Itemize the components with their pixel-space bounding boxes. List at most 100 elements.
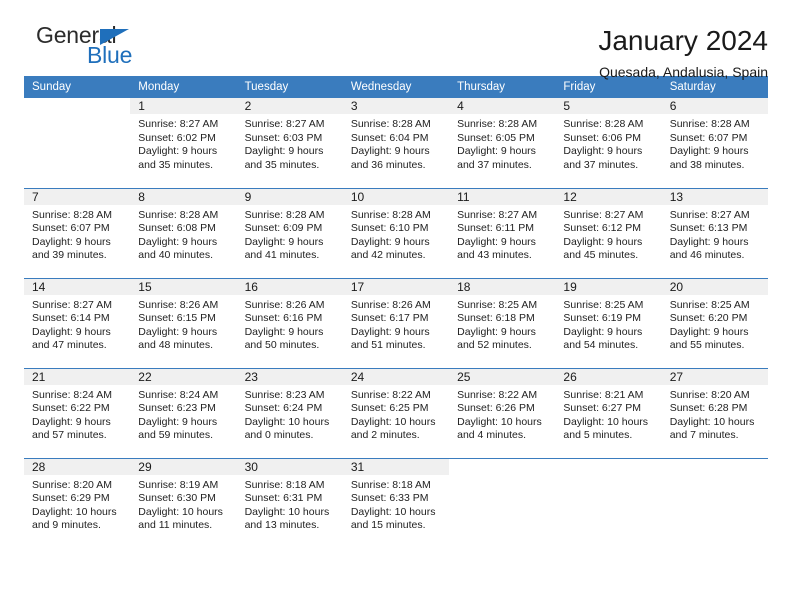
day-detail-lines: Sunrise: 8:27 AM Sunset: 6:12 PM Daylight:… xyxy=(555,205,661,263)
calendar-day-cell[interactable]: 31 Sunrise: 8:18 AM Sunset: 6:33 PM Dayligh… xyxy=(342,457,450,548)
calendar-day-cell[interactable]: 9 Sunrise: 8:28 AM Sunset: 6:09 PM Daylight… xyxy=(236,187,343,278)
day-number: 27 xyxy=(661,368,768,385)
sunrise-text: Sunrise: 8:24 AM xyxy=(32,388,112,401)
daylight-text-cont: and 38 minutes. xyxy=(669,158,745,171)
daylight-text: Daylight: 10 hours xyxy=(244,505,330,518)
daylight-text: Daylight: 9 hours xyxy=(350,145,430,157)
calendar-week-row: 7 Sunrise: 8:28 AM Sunset: 6:07 PM Daylight… xyxy=(24,187,768,278)
sunset-text: Sunset: 6:16 PM xyxy=(244,312,323,324)
sunset-text: Sunset: 6:33 PM xyxy=(350,492,429,504)
calendar-day-cell[interactable]: 22 Sunrise: 8:24 AM Sunset: 6:23 PM Dayligh… xyxy=(130,367,237,458)
calendar-day-cell[interactable]: 20 Sunrise: 8:25 AM Sunset: 6:20 PM Dayligh… xyxy=(661,277,768,368)
calendar-day-cell[interactable]: 18 Sunrise: 8:25 AM Sunset: 6:18 PM Dayligh… xyxy=(449,277,556,368)
day-number: 30 xyxy=(236,458,343,475)
daylight-text-cont: and 43 minutes. xyxy=(457,249,532,261)
day-number xyxy=(449,458,556,475)
sunrise-text: Sunrise: 8:25 AM xyxy=(457,298,538,311)
sunset-text: Sunset: 6:07 PM xyxy=(32,222,110,234)
sunset-text: Sunset: 6:19 PM xyxy=(563,312,642,324)
sunset-text: Sunset: 6:15 PM xyxy=(138,312,216,324)
calendar-day-cell[interactable]: 4 Sunrise: 8:28 AM Sunset: 6:05 PM Daylight… xyxy=(449,98,556,188)
calendar-day-cell[interactable]: 2 Sunrise: 8:27 AM Sunset: 6:03 PM Daylight… xyxy=(236,98,343,188)
day-number: 5 xyxy=(555,98,662,114)
calendar-week-row: 14 Sunrise: 8:27 AM Sunset: 6:14 PM Dayligh… xyxy=(24,277,768,368)
calendar-day-cell[interactable]: 13 Sunrise: 8:27 AM Sunset: 6:13 PM Dayligh… xyxy=(661,187,768,278)
sunset-text: Sunset: 6:24 PM xyxy=(244,402,323,414)
daylight-text-cont: and 4 minutes. xyxy=(457,429,527,441)
calendar-day-cell[interactable]: 6 Sunrise: 8:28 AM Sunset: 6:07 PM Daylight… xyxy=(661,98,768,188)
daylight-text-cont: and 52 minutes. xyxy=(457,339,532,351)
sunset-text: Sunset: 6:29 PM xyxy=(32,492,110,504)
sunrise-text: Sunrise: 8:26 AM xyxy=(350,298,431,311)
daylight-text-cont: and 51 minutes. xyxy=(350,339,426,351)
calendar-day-cell[interactable]: 1 Sunrise: 8:27 AM Sunset: 6:02 PM Daylight… xyxy=(130,98,237,188)
day-number: 25 xyxy=(449,368,556,385)
daylight-text: Daylight: 10 hours xyxy=(457,415,542,428)
weekday-header-sunday: Sunday xyxy=(24,76,131,98)
calendar-day-cell[interactable]: 14 Sunrise: 8:27 AM Sunset: 6:14 PM Dayligh… xyxy=(24,277,131,368)
sunrise-text: Sunrise: 8:26 AM xyxy=(244,298,325,311)
calendar-day-cell[interactable]: 29 Sunrise: 8:19 AM Sunset: 6:30 PM Dayligh… xyxy=(130,457,237,548)
calendar-day-cell[interactable]: 17 Sunrise: 8:26 AM Sunset: 6:17 PM Dayligh… xyxy=(342,277,450,368)
day-detail-lines: Sunrise: 8:25 AM Sunset: 6:18 PM Daylight:… xyxy=(449,295,555,353)
calendar-day-cell[interactable]: 12 Sunrise: 8:27 AM Sunset: 6:12 PM Dayligh… xyxy=(555,187,662,278)
daylight-text: Daylight: 9 hours xyxy=(138,325,218,338)
sunset-text: Sunset: 6:26 PM xyxy=(457,402,535,414)
calendar-day-cell[interactable]: 25 Sunrise: 8:22 AM Sunset: 6:26 PM Dayligh… xyxy=(449,367,556,458)
calendar-day-cell[interactable]: 21 Sunrise: 8:24 AM Sunset: 6:22 PM Dayligh… xyxy=(24,367,131,458)
calendar-grid: Sunday Monday Tuesday Wednesday Thursday… xyxy=(24,76,768,548)
calendar-day-cell[interactable]: 19 Sunrise: 8:25 AM Sunset: 6:19 PM Dayligh… xyxy=(555,277,662,368)
calendar-day-cell[interactable]: 10 Sunrise: 8:28 AM Sunset: 6:10 PM Dayligh… xyxy=(342,187,450,278)
day-number: 29 xyxy=(130,458,237,475)
sunrise-text: Sunrise: 8:28 AM xyxy=(138,208,219,221)
day-detail-lines: Sunrise: 8:28 AM Sunset: 6:06 PM Daylight:… xyxy=(555,114,661,172)
calendar-day-cell[interactable]: 26 Sunrise: 8:21 AM Sunset: 6:27 PM Dayligh… xyxy=(555,367,662,458)
sunrise-text: Sunrise: 8:24 AM xyxy=(138,388,219,401)
sunrise-text: Sunrise: 8:26 AM xyxy=(138,298,219,311)
daylight-text: Daylight: 9 hours xyxy=(32,235,111,248)
calendar-day-cell[interactable]: 23 Sunrise: 8:23 AM Sunset: 6:24 PM Dayligh… xyxy=(236,367,343,458)
day-number: 3 xyxy=(342,98,450,114)
calendar-body: 1 Sunrise: 8:27 AM Sunset: 6:02 PM Daylight… xyxy=(24,98,768,548)
sunset-text: Sunset: 6:27 PM xyxy=(563,402,642,414)
calendar-page: General Blue January 2024 Quesada, Andal… xyxy=(0,0,792,612)
daylight-text-cont: and 47 minutes. xyxy=(32,339,107,351)
daylight-text-cont: and 9 minutes. xyxy=(32,519,101,531)
day-number: 19 xyxy=(555,278,662,295)
calendar-day-cell[interactable]: 15 Sunrise: 8:26 AM Sunset: 6:15 PM Dayligh… xyxy=(130,277,237,368)
sunset-text: Sunset: 6:12 PM xyxy=(563,222,642,234)
calendar-day-cell[interactable]: 7 Sunrise: 8:28 AM Sunset: 6:07 PM Daylight… xyxy=(24,187,131,278)
day-number: 1 xyxy=(130,98,237,114)
sunset-text: Sunset: 6:31 PM xyxy=(244,492,323,504)
general-blue-logo[interactable]: General Blue xyxy=(24,24,174,76)
calendar-day-cell[interactable]: 5 Sunrise: 8:28 AM Sunset: 6:06 PM Daylight… xyxy=(555,98,662,188)
day-number: 9 xyxy=(236,188,343,205)
calendar-day-cell[interactable]: 28 Sunrise: 8:20 AM Sunset: 6:29 PM Dayligh… xyxy=(24,457,131,548)
daylight-text: Daylight: 9 hours xyxy=(244,145,324,157)
daylight-text: Daylight: 10 hours xyxy=(669,415,755,428)
sunset-text: Sunset: 6:28 PM xyxy=(669,402,748,414)
daylight-text: Daylight: 9 hours xyxy=(669,145,749,157)
day-number: 20 xyxy=(661,278,768,295)
calendar-day-cell[interactable]: 16 Sunrise: 8:26 AM Sunset: 6:16 PM Dayligh… xyxy=(236,277,343,368)
calendar-day-cell[interactable]: 27 Sunrise: 8:20 AM Sunset: 6:28 PM Dayligh… xyxy=(661,367,768,458)
calendar-day-cell[interactable]: 3 Sunrise: 8:28 AM Sunset: 6:04 PM Daylight… xyxy=(342,98,450,188)
day-detail-lines: Sunrise: 8:19 AM Sunset: 6:30 PM Daylight:… xyxy=(130,475,236,533)
sunrise-text: Sunrise: 8:28 AM xyxy=(563,118,644,130)
sunrise-text: Sunrise: 8:25 AM xyxy=(563,298,644,311)
calendar-day-cell-empty xyxy=(24,98,131,188)
daylight-text-cont: and 39 minutes. xyxy=(32,249,107,261)
day-number: 13 xyxy=(661,188,768,205)
day-number: 24 xyxy=(342,368,450,385)
calendar-day-cell[interactable]: 30 Sunrise: 8:18 AM Sunset: 6:31 PM Dayligh… xyxy=(236,457,343,548)
daylight-text: Daylight: 9 hours xyxy=(563,325,643,338)
calendar-day-cell[interactable]: 11 Sunrise: 8:27 AM Sunset: 6:11 PM Dayligh… xyxy=(449,187,556,278)
daylight-text: Daylight: 9 hours xyxy=(138,145,218,157)
day-number: 17 xyxy=(342,278,450,295)
sunset-text: Sunset: 6:11 PM xyxy=(457,222,534,234)
day-number xyxy=(555,458,662,475)
calendar-day-cell[interactable]: 8 Sunrise: 8:28 AM Sunset: 6:08 PM Daylight… xyxy=(130,187,237,278)
sunset-text: Sunset: 6:10 PM xyxy=(350,222,429,234)
daylight-text: Daylight: 9 hours xyxy=(138,415,218,428)
calendar-day-cell[interactable]: 24 Sunrise: 8:22 AM Sunset: 6:25 PM Dayligh… xyxy=(342,367,450,458)
